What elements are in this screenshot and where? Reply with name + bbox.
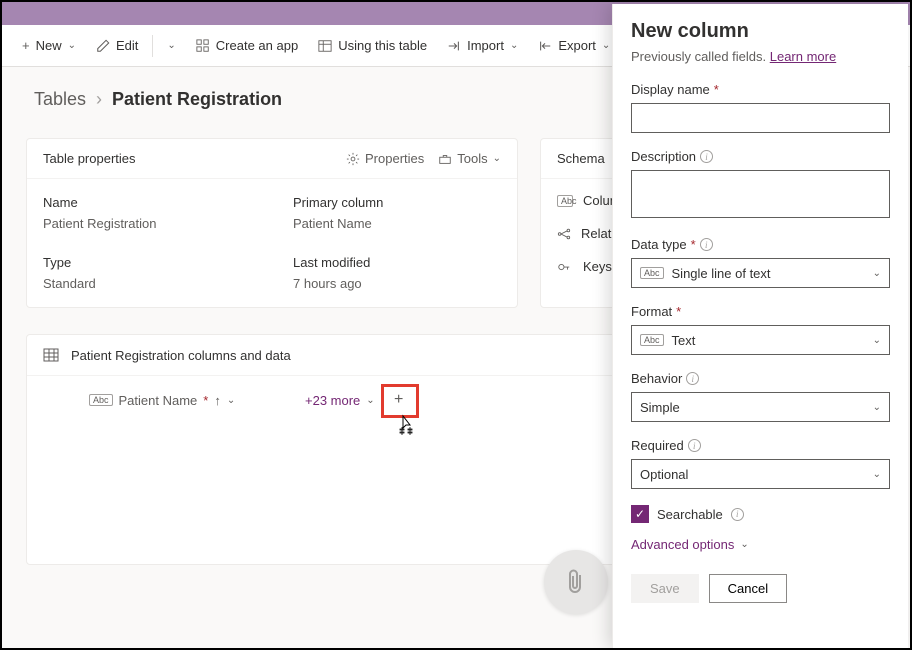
- searchable-label: Searchable: [657, 507, 723, 522]
- required-select[interactable]: Optional ⌄: [631, 459, 890, 489]
- chevron-down-icon: ⌄: [873, 402, 881, 413]
- primary-value: Patient Name: [293, 216, 383, 231]
- create-app-label: Create an app: [216, 38, 298, 53]
- info-icon[interactable]: i: [731, 508, 744, 521]
- toolbar-divider: [152, 35, 153, 57]
- plus-icon: +: [22, 38, 30, 53]
- chevron-down-icon: ⌄: [493, 153, 501, 164]
- info-icon[interactable]: i: [700, 238, 713, 251]
- new-button[interactable]: + New ⌄: [14, 32, 84, 59]
- column-header-patient-name[interactable]: Abc Patient Name * ↑ ⌄: [75, 393, 305, 408]
- schema-title: Schema: [557, 151, 605, 166]
- chevron-down-icon: ⌄: [510, 40, 518, 51]
- format-label: Format*: [631, 304, 890, 319]
- chevron-down-icon: ⌄: [227, 395, 235, 406]
- chevron-down-icon: ⌄: [602, 40, 610, 51]
- edit-button[interactable]: Edit: [88, 32, 146, 59]
- edit-more-button[interactable]: ⌄: [159, 34, 183, 57]
- abc-icon: Abc: [640, 267, 664, 279]
- tools-action[interactable]: Tools ⌄: [438, 151, 501, 166]
- toolbox-icon: [438, 152, 452, 166]
- format-select[interactable]: Abc Text ⌄: [631, 325, 890, 355]
- info-icon[interactable]: i: [700, 150, 713, 163]
- modified-value: 7 hours ago: [293, 276, 383, 291]
- chevron-down-icon: ⌄: [366, 395, 374, 406]
- check-icon: ✓: [635, 507, 645, 521]
- display-name-input[interactable]: [631, 103, 890, 133]
- datatype-select[interactable]: Abc Single line of text ⌄: [631, 258, 890, 288]
- chevron-down-icon: ⌄: [873, 268, 881, 279]
- chevron-down-icon: ⌄: [68, 40, 76, 51]
- datatype-label: Data type* i: [631, 237, 890, 252]
- export-button[interactable]: Export ⌄: [530, 32, 618, 59]
- import-label: Import: [467, 38, 504, 53]
- relationship-icon: [557, 227, 571, 241]
- plus-icon: +: [394, 391, 403, 409]
- behavior-select[interactable]: Simple ⌄: [631, 392, 890, 422]
- table-properties-card: Table properties Properties Tools ⌄: [26, 138, 518, 308]
- save-button: Save: [631, 574, 699, 603]
- description-label: Description i: [631, 149, 890, 164]
- chevron-down-icon: ⌄: [167, 40, 175, 51]
- type-value: Standard: [43, 276, 253, 291]
- key-icon: [557, 260, 573, 274]
- required-label: Required i: [631, 438, 890, 453]
- panel-title: New column: [631, 20, 890, 43]
- attachment-fab[interactable]: [544, 550, 608, 614]
- gear-icon: [346, 152, 360, 166]
- table-icon: [318, 39, 332, 53]
- advanced-options-toggle[interactable]: Advanced options ⌄: [631, 537, 890, 552]
- sort-up-icon: ↑: [214, 393, 221, 408]
- panel-subtitle: Previously called fields. Learn more: [631, 49, 890, 64]
- card-title: Table properties: [43, 151, 136, 166]
- primary-label: Primary column: [293, 195, 383, 210]
- abc-icon: Abc: [557, 195, 573, 207]
- more-columns[interactable]: +23 more ⌄: [305, 393, 375, 408]
- create-app-button[interactable]: Create an app: [188, 32, 306, 59]
- edit-label: Edit: [116, 38, 138, 53]
- modified-label: Last modified: [293, 255, 383, 270]
- using-table-button[interactable]: Using this table: [310, 32, 435, 59]
- properties-action[interactable]: Properties: [346, 151, 424, 166]
- abc-icon: Abc: [89, 394, 113, 406]
- export-label: Export: [558, 38, 596, 53]
- learn-more-link[interactable]: Learn more: [770, 49, 836, 64]
- cancel-button[interactable]: Cancel: [709, 574, 787, 603]
- display-name-label: Display name*: [631, 82, 890, 97]
- info-icon[interactable]: i: [688, 439, 701, 452]
- abc-icon: Abc: [640, 334, 664, 346]
- new-column-panel: New column Previously called fields. Lea…: [612, 4, 908, 648]
- info-icon[interactable]: i: [686, 372, 699, 385]
- add-column-button[interactable]: +: [385, 386, 413, 414]
- chevron-down-icon: ⌄: [873, 335, 881, 346]
- pencil-icon: [96, 39, 110, 53]
- breadcrumb-current: Patient Registration: [112, 89, 282, 110]
- breadcrumb-parent[interactable]: Tables: [34, 89, 86, 110]
- description-input[interactable]: [631, 170, 890, 218]
- chevron-right-icon: ›: [96, 89, 102, 110]
- using-table-label: Using this table: [338, 38, 427, 53]
- export-icon: [538, 39, 552, 53]
- data-card-title: Patient Registration columns and data: [71, 348, 291, 363]
- import-icon: [447, 39, 461, 53]
- chevron-down-icon: ⌄: [740, 539, 748, 550]
- name-label: Name: [43, 195, 253, 210]
- cursor-icon: [396, 413, 416, 437]
- paperclip-icon: [564, 568, 588, 596]
- required-asterisk: *: [203, 393, 208, 408]
- grid-icon: [196, 39, 210, 53]
- name-value: Patient Registration: [43, 216, 253, 231]
- searchable-checkbox[interactable]: ✓: [631, 505, 649, 523]
- table-icon: [43, 347, 59, 363]
- new-label: New: [36, 38, 62, 53]
- behavior-label: Behavior i: [631, 371, 890, 386]
- type-label: Type: [43, 255, 253, 270]
- import-button[interactable]: Import ⌄: [439, 32, 526, 59]
- chevron-down-icon: ⌄: [873, 469, 881, 480]
